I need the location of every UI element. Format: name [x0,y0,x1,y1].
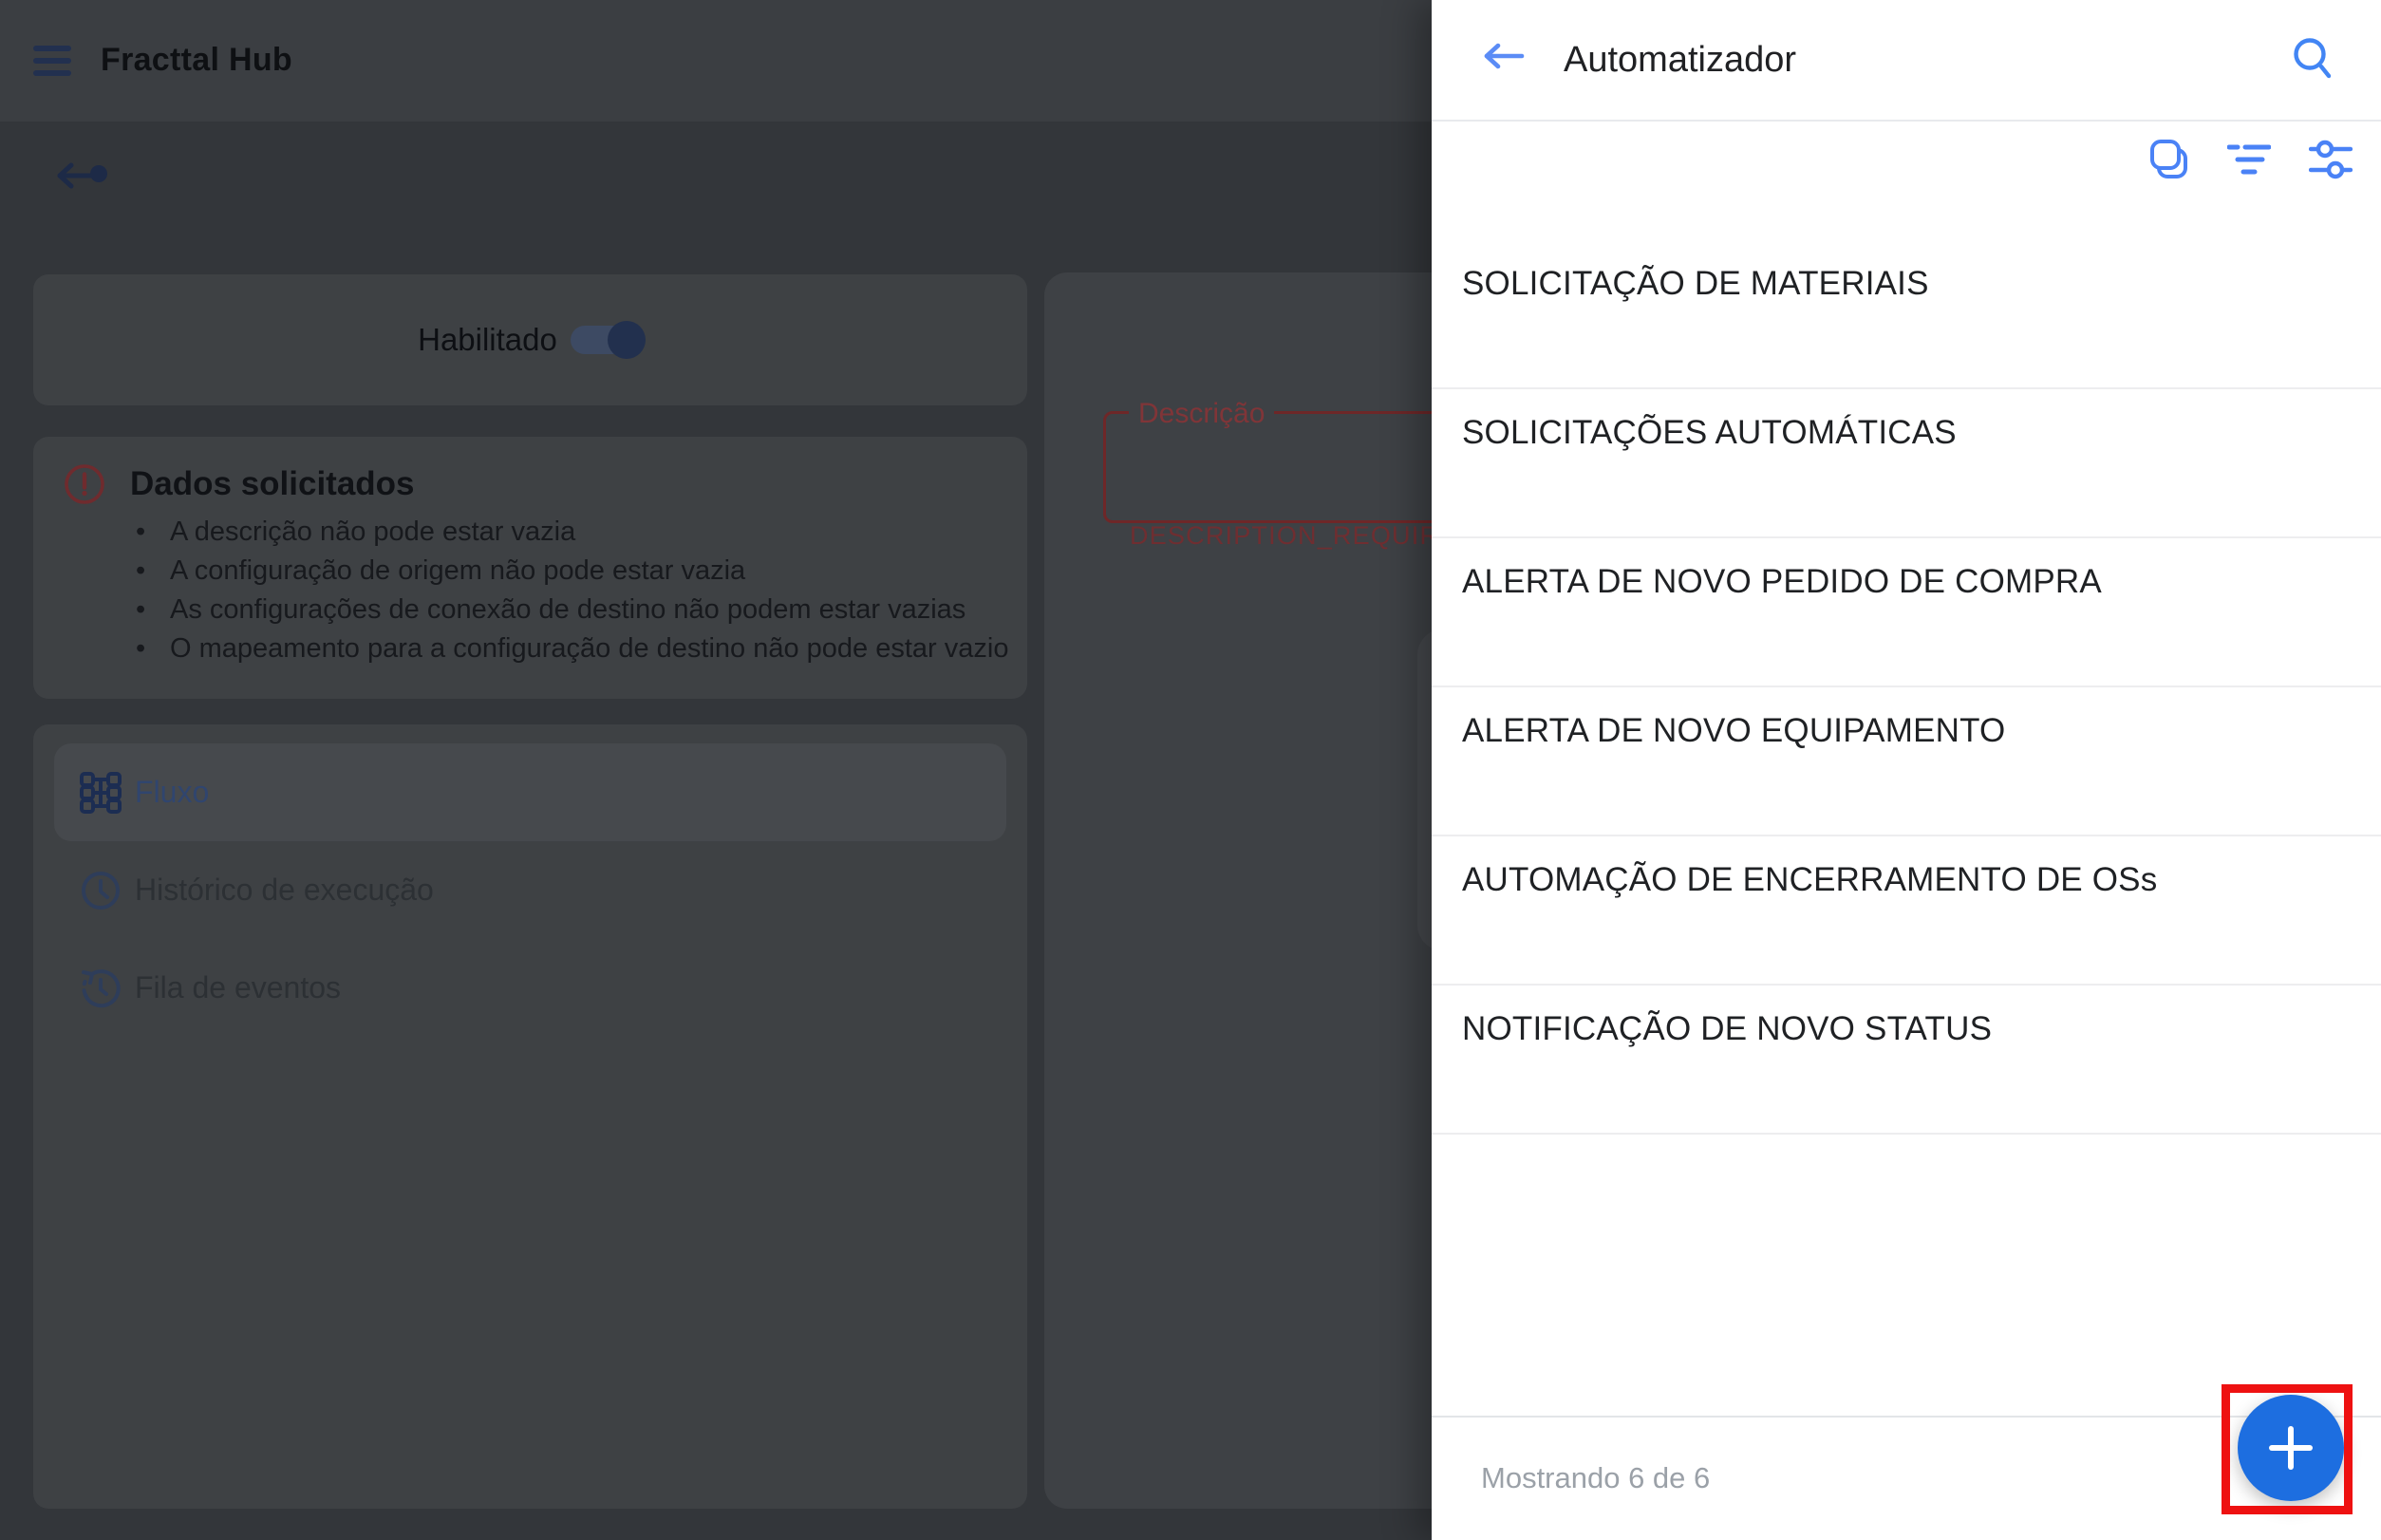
list-item[interactable]: SOLICITAÇÃO DE MATERIAIS [1432,240,2381,389]
automation-list: SOLICITAÇÃO DE MATERIAIS SOLICITAÇÕES AU… [1432,240,2381,1135]
menu-item-label: Fluxo [135,775,210,809]
tune-icon[interactable] [2309,139,2353,180]
search-icon[interactable] [2292,36,2335,82]
enabled-label: Habilitado [418,322,557,357]
page-back[interactable] [55,161,122,218]
automator-panel: Automatizador SOLICITAÇÃO DE MATERIAIS S… [1432,0,2381,1540]
menu-item-flow[interactable]: Fluxo [54,743,1006,841]
clock-icon [82,871,120,910]
list-item[interactable]: ALERTA DE NOVO EQUIPAMENTO [1432,687,2381,836]
alert-message: O mapeamento para a configuração de dest… [136,629,1008,668]
alert-message-list: A descrição não pode estar vazia A confi… [136,513,1008,668]
showing-count: Mostrando 6 de 6 [1481,1461,1711,1494]
menu-item-event-queue[interactable]: Fila de eventos [54,939,1006,1037]
list-item[interactable]: NOTIFICAÇÃO DE NOVO STATUS [1432,986,2381,1135]
validation-alert-card: Dados solicitados A descrição não pode e… [33,437,1027,699]
enabled-card: Habilitado [33,274,1027,405]
detail-form-card: Descrição DESCRIPTION_REQUIRED [1044,272,1527,1509]
alert-message: As configurações de conexão de destino n… [136,591,1008,629]
panel-title: Automatizador [1564,40,1797,80]
alert-icon [65,464,104,504]
screen: Fracttal Hub Habilitado Dados solicitado… [0,0,2381,1540]
panel-back-icon[interactable] [1483,42,1525,70]
filter-icon[interactable] [2227,141,2271,178]
description-field-label: Descrição [1129,398,1275,430]
copy-icon[interactable] [2149,139,2189,180]
list-item[interactable]: SOLICITAÇÕES AUTOMÁTICAS [1432,389,2381,538]
description-field-error: DESCRIPTION_REQUIRED [1130,521,1478,550]
app-title: Fracttal Hub [101,42,292,78]
menu-item-label: Fila de eventos [135,970,342,1005]
panel-header: Automatizador [1432,0,2381,122]
notification-dot [90,165,107,182]
alert-message: A descrição não pode estar vazia [136,513,1008,552]
add-button[interactable] [2238,1395,2344,1501]
plus-icon [2269,1426,2313,1470]
menu-icon[interactable] [33,46,71,76]
side-menu-card: Fluxo Histórico de execução Fila de even… [33,724,1027,1509]
toggle-thumb [607,321,646,359]
alert-message: A configuração de origem não pode estar … [136,552,1008,591]
history-clock-icon [82,968,121,1007]
enabled-toggle[interactable] [570,321,646,359]
schema-icon [80,771,122,814]
list-item[interactable]: AUTOMAÇÃO DE ENCERRAMENTO DE OSs [1432,836,2381,986]
list-item[interactable]: ALERTA DE NOVO PEDIDO DE COMPRA [1432,538,2381,687]
menu-item-execution-history[interactable]: Histórico de execução [54,841,1006,939]
menu-item-label: Histórico de execução [135,873,434,907]
panel-toolbar [2149,139,2353,180]
alert-title: Dados solicitados [130,465,415,502]
